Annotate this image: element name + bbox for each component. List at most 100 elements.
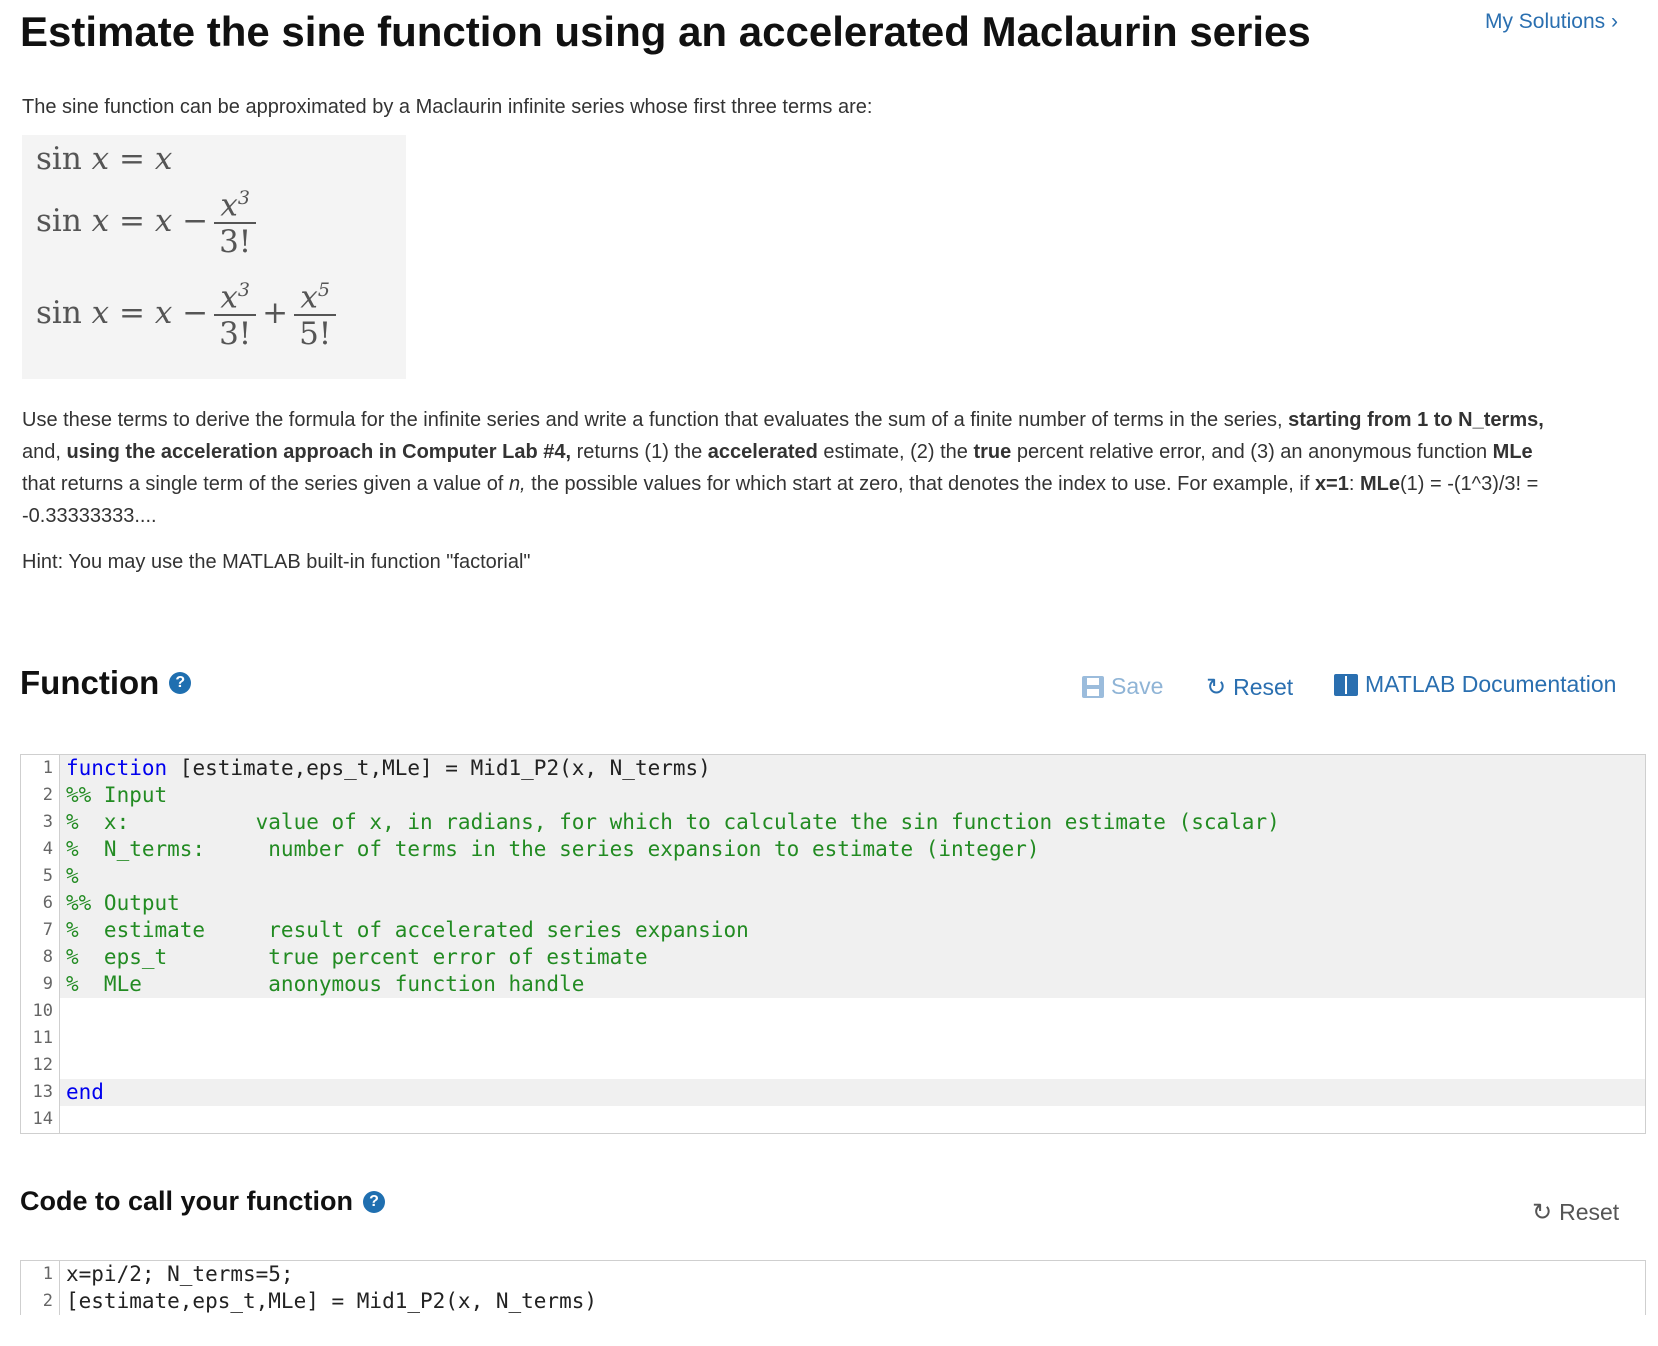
x-var: x — [300, 279, 318, 316]
code-line[interactable]: 5% — [21, 863, 1645, 890]
code-text[interactable]: x=pi/2; N_terms=5; — [60, 1261, 294, 1288]
matlab-documentation-link[interactable]: MATLAB Documentation — [1334, 671, 1616, 698]
code-text[interactable]: % N_terms: number of terms in the series… — [60, 836, 1040, 863]
code-line[interactable]: 7% estimate result of accelerated series… — [21, 917, 1645, 944]
line-number: 9 — [21, 971, 60, 998]
book-icon — [1334, 673, 1358, 696]
reset-icon: ↻ — [1532, 1199, 1553, 1226]
line-number: 3 — [21, 809, 60, 836]
code-line[interactable]: 1 function [estimate,eps_t,MLe] = Mid1_P2… — [21, 755, 1645, 782]
code-line[interactable]: 13 end — [21, 1079, 1645, 1106]
line-number: 1 — [21, 1261, 60, 1288]
line-number: 7 — [21, 917, 60, 944]
line-number: 6 — [21, 890, 60, 917]
exponent: 3 — [237, 279, 250, 301]
code-text[interactable]: % MLe anonymous function handle — [60, 971, 584, 998]
line-number: 1 — [21, 755, 60, 782]
line-number: 12 — [21, 1052, 60, 1079]
comment: % x: value of x, in radians, for which t… — [66, 810, 1280, 834]
factorial: 3! — [219, 316, 252, 353]
code-line[interactable]: 11 — [21, 1025, 1645, 1052]
code-line[interactable]: 4% N_terms: number of terms in the serie… — [21, 836, 1645, 863]
code-text[interactable] — [60, 998, 66, 1025]
my-solutions-link[interactable]: My Solutions › — [1485, 10, 1618, 34]
fraction-x3-over-3fact: x3 3! — [214, 181, 257, 260]
code-line[interactable]: 6%% Output — [21, 890, 1645, 917]
call-title-label: Code to call your function — [20, 1186, 354, 1216]
code-text[interactable] — [60, 1106, 66, 1133]
x-var: x — [91, 294, 110, 331]
call-code-editor[interactable]: 1 x=pi/2; N_terms=5; 2 [estimate,eps_t,MLe]… — [20, 1260, 1646, 1315]
code-line[interactable]: 10 — [21, 998, 1645, 1025]
code-line[interactable]: 12 — [21, 1052, 1645, 1079]
code-text[interactable]: function [estimate,eps_t,MLe] = Mid1_P2(… — [60, 755, 711, 782]
minus-sign: − — [182, 202, 209, 239]
line-number: 4 — [21, 836, 60, 863]
code-line[interactable]: 2%% Input — [21, 782, 1645, 809]
code-text[interactable] — [60, 1025, 66, 1052]
line-number: 14 — [21, 1106, 60, 1133]
code-text[interactable]: % eps_t true percent error of estimate — [60, 944, 648, 971]
keyword: function — [66, 756, 168, 780]
fraction-x3-over-3fact: x3 3! — [214, 273, 257, 353]
x-var: x — [220, 279, 238, 316]
call-reset-button[interactable]: ↻ Reset — [1532, 1198, 1619, 1227]
comment: % N_terms: number of terms in the series… — [66, 837, 1040, 861]
factorial: 5! — [299, 316, 332, 353]
call-section-title: Code to call your function ? — [20, 1186, 386, 1217]
code-text[interactable] — [60, 1052, 66, 1079]
plus-sign: + — [262, 294, 289, 331]
function-code-editor[interactable]: 1 function [estimate,eps_t,MLe] = Mid1_P2… — [20, 754, 1646, 1134]
docs-label: MATLAB Documentation — [1365, 671, 1617, 697]
code-text[interactable]: [estimate,eps_t,MLe] = Mid1_P2(x, N_term… — [60, 1288, 597, 1315]
comment: % MLe anonymous function handle — [66, 972, 585, 996]
function-section-title: Function ? — [20, 664, 192, 702]
eq-sign: = — [119, 202, 145, 239]
formula-row-2: sin x = x − x3 3! — [36, 181, 262, 260]
line-number: 5 — [21, 863, 60, 890]
minus-sign: − — [182, 294, 209, 331]
code-text[interactable]: % estimate result of accelerated series … — [60, 917, 749, 944]
code-line[interactable]: 1 x=pi/2; N_terms=5; — [21, 1261, 1645, 1288]
x-var: x — [220, 187, 238, 224]
page-title: Estimate the sine function using an acce… — [20, 8, 1311, 55]
fraction-x5-over-5fact: x5 5! — [294, 273, 337, 353]
x-var: x — [91, 202, 110, 239]
save-icon — [1082, 675, 1104, 698]
help-icon[interactable]: ? — [363, 1190, 386, 1213]
code-text[interactable]: %% Input — [60, 782, 167, 809]
x-var: x — [154, 294, 173, 331]
comment: %% Input — [66, 783, 168, 807]
code-text[interactable]: %% Output — [60, 890, 180, 917]
code-line[interactable]: 2 [estimate,eps_t,MLe] = Mid1_P2(x, N_ter… — [21, 1288, 1645, 1315]
function-title-label: Function — [20, 664, 160, 701]
code-text[interactable]: % x: value of x, in radians, for which t… — [60, 809, 1280, 836]
line-number: 8 — [21, 944, 60, 971]
x-var: x — [154, 202, 173, 239]
code-line[interactable]: 9% MLe anonymous function handle — [21, 971, 1645, 998]
save-button[interactable]: Save — [1082, 673, 1163, 700]
line-number: 13 — [21, 1079, 60, 1106]
eq-sign: = — [119, 141, 145, 177]
code-line[interactable]: 8% eps_t true percent error of estimate — [21, 944, 1645, 971]
keyword: end — [66, 1080, 104, 1104]
code-text[interactable]: end — [60, 1079, 104, 1106]
comment: % — [66, 864, 79, 888]
sin-text: sin — [36, 141, 82, 177]
save-label: Save — [1111, 673, 1164, 699]
eq-sign: = — [119, 294, 145, 331]
comment: % estimate result of accelerated series … — [66, 918, 749, 942]
help-icon[interactable]: ? — [169, 672, 192, 694]
call-reset-label: Reset — [1559, 1199, 1620, 1225]
code-rest: [estimate,eps_t,MLe] = Mid1_P2(x, N_term… — [167, 756, 711, 780]
code-line[interactable]: 3% x: value of x, in radians, for which … — [21, 809, 1645, 836]
code-text[interactable]: % — [60, 863, 79, 890]
line-number: 10 — [21, 998, 60, 1025]
formula-row-1: sin x = x — [36, 141, 172, 177]
reset-button[interactable]: ↻ Reset — [1206, 673, 1293, 702]
x-var: x — [91, 141, 110, 177]
sin-text: sin — [36, 294, 82, 331]
formula-image: sin x = x sin x = x − x3 3! sin x = x − … — [22, 135, 406, 379]
comment: %% Output — [66, 891, 180, 915]
code-line[interactable]: 14 — [21, 1106, 1645, 1133]
